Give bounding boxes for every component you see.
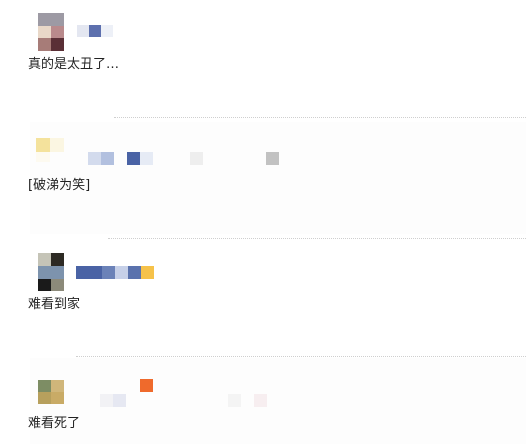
username[interactable] [88,152,288,165]
username[interactable] [77,25,113,37]
avatar[interactable] [36,138,64,162]
comment-item: 难看死了 [0,356,526,446]
comment-item: 难看到家 [0,238,526,356]
avatar[interactable] [38,13,64,51]
faint-background [30,122,526,234]
comment-text: 难看死了 [28,416,81,431]
comment-text: [破涕为笑] [28,178,91,193]
username[interactable] [76,266,154,279]
comment-text: 真的是太丑了… [28,57,120,72]
comment-item: [破涕为笑] [0,118,526,238]
avatar[interactable] [38,380,64,404]
avatar[interactable] [38,253,64,291]
comment-text: 难看到家 [28,297,81,312]
comment-feed: 真的是太丑了… [破涕为笑] 难看到家 难看死了 [0,0,526,446]
username[interactable] [100,379,270,407]
comment-item: 真的是太丑了… [0,0,526,118]
